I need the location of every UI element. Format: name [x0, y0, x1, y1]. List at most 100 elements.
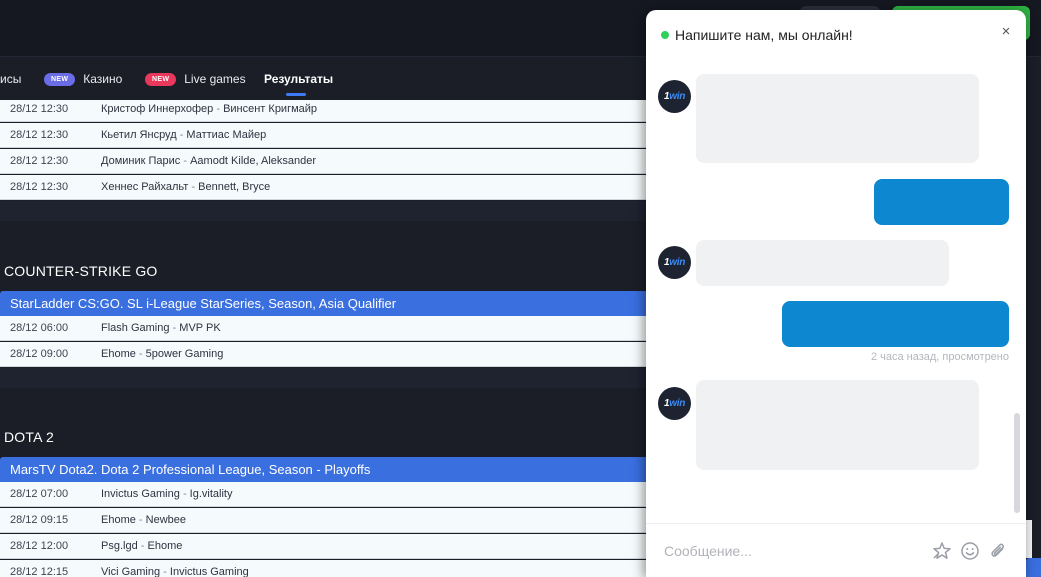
avatar-logo: 1win: [663, 398, 686, 409]
team-away: Newbee: [145, 514, 187, 526]
match-time: 28/12 12:00: [10, 540, 69, 552]
incoming-message: [696, 74, 979, 163]
team-separator: -: [163, 566, 167, 577]
emoji-icon[interactable]: [960, 541, 980, 561]
team-away: 5power Gaming: [145, 348, 224, 360]
agent-avatar: 1win: [658, 246, 691, 279]
match-time: 28/12 12:30: [10, 129, 69, 141]
team-home: Ehome: [101, 514, 136, 526]
match-teams: Кристоф Иннерхофер - Винсент Кригмайр: [101, 103, 317, 115]
team-away: Bennett, Bryce: [198, 181, 271, 193]
nav-item-live-games[interactable]: NEW Live games: [145, 69, 246, 89]
table-row[interactable]: 28/12 06:00 Flash Gaming - MVP PK: [0, 316, 646, 341]
agent-avatar: 1win: [658, 387, 691, 420]
match-time: 28/12 06:00: [10, 322, 69, 334]
match-teams: Flash Gaming - MVP PK: [101, 322, 221, 334]
avatar-logo: 1win: [663, 91, 686, 102]
table-row[interactable]: 28/12 09:00 Ehome - 5power Gaming: [0, 342, 646, 367]
table-row[interactable]: 28/12 12:30 Кьетил Янсруд - Маттиас Майе…: [0, 123, 646, 148]
chat-header: Напишите нам, мы онлайн! ×: [646, 10, 1026, 60]
match-teams: Vici Gaming - Invictus Gaming: [101, 566, 249, 577]
table-row[interactable]: 28/12 12:00 Psg.lgd - Ehome: [0, 534, 646, 559]
table-row[interactable]: 28/12 07:00 Invictus Gaming - Ig.vitalit…: [0, 482, 646, 507]
team-separator: -: [140, 540, 145, 552]
team-separator: -: [138, 348, 143, 360]
team-home: Psg.lgd: [101, 540, 138, 552]
team-separator: -: [172, 322, 177, 334]
nav-item-label: Казино: [83, 72, 123, 86]
table-row[interactable]: 28/12 12:30 Хеннес Райхальт - Bennett, B…: [0, 175, 646, 200]
nav-item-partial[interactable]: исы: [0, 69, 21, 89]
team-home: Flash Gaming: [101, 322, 170, 334]
message-composer: [646, 523, 1026, 577]
section-title-dota2: DOTA 2: [4, 429, 54, 445]
match-teams: Хеннес Райхальт - Bennett, Bryce: [101, 181, 270, 193]
nav-item-label: Результаты: [264, 72, 334, 86]
table-row[interactable]: 28/12 12:15 Vici Gaming - Invictus Gamin…: [0, 560, 646, 577]
page-edge-league: [1026, 558, 1041, 577]
team-home: Доминик Парис: [101, 155, 181, 167]
team-separator: -: [191, 181, 196, 193]
agent-avatar: 1win: [658, 80, 691, 113]
nav-item-label: Live games: [184, 72, 246, 86]
nav-item-casino[interactable]: NEW Казино: [44, 69, 122, 89]
team-separator: -: [179, 129, 184, 141]
team-separator: -: [216, 103, 220, 115]
section-divider: [0, 368, 646, 388]
team-separator: -: [138, 514, 143, 526]
match-teams: Доминик Парис - Aamodt Kilde, Aleksander: [101, 155, 316, 167]
section-divider: [0, 201, 646, 221]
league-header[interactable]: StarLadder CS:GO. SL i-League StarSeries…: [0, 291, 646, 316]
match-time: 28/12 09:00: [10, 348, 69, 360]
team-away: Маттиас Майер: [186, 129, 267, 141]
chat-scrollbar[interactable]: [1014, 413, 1020, 513]
incoming-message: [696, 240, 949, 286]
read-receipt: 2 часа назад, просмотрено: [870, 351, 1009, 363]
league-header[interactable]: MarsTV Dota2. Dota 2 Professional League…: [0, 457, 646, 482]
chat-title: Напишите нам, мы онлайн!: [675, 27, 853, 43]
team-home: Кьетил Янсруд: [101, 129, 177, 141]
match-time: 28/12 12:30: [10, 103, 69, 115]
match-teams: Ehome - 5power Gaming: [101, 348, 223, 360]
table-row[interactable]: 28/12 12:30 Доминик Парис - Aamodt Kilde…: [0, 149, 646, 174]
team-home: Vici Gaming: [101, 566, 161, 577]
team-home: Ehome: [101, 348, 136, 360]
team-separator: -: [182, 488, 187, 500]
match-teams: Ehome - Newbee: [101, 514, 186, 526]
rating-icon[interactable]: [932, 541, 952, 561]
team-away: Винсент Кригмайр: [223, 103, 318, 115]
nav-item-label: исы: [0, 72, 22, 86]
incoming-message: [696, 380, 979, 470]
section-title-csgo: COUNTER-STRIKE GO: [4, 263, 158, 279]
match-time: 28/12 12:30: [10, 181, 69, 193]
active-tab-indicator: [286, 93, 306, 96]
new-badge: NEW: [44, 72, 76, 86]
close-icon[interactable]: ×: [998, 24, 1014, 40]
match-teams: Invictus Gaming - Ig.vitality: [101, 488, 232, 500]
team-away: Invictus Gaming: [169, 566, 249, 577]
new-badge: NEW: [145, 72, 177, 86]
avatar-logo: 1win: [663, 257, 686, 268]
results-list: 28/12 12:30 Кристоф Иннерхофер - Винсент…: [0, 100, 646, 577]
match-time: 28/12 12:15: [10, 566, 69, 577]
match-teams: Кьетил Янсруд - Маттиас Майер: [101, 129, 266, 141]
nav-item-results[interactable]: Результаты: [264, 69, 333, 89]
match-time: 28/12 09:15: [10, 514, 69, 526]
outgoing-message: [782, 301, 1009, 347]
match-time: 28/12 12:30: [10, 155, 69, 167]
team-away: MVP PK: [179, 322, 221, 334]
support-chat-widget: Напишите нам, мы онлайн! × 1win 1win 2 ч…: [646, 10, 1026, 577]
match-teams: Psg.lgd - Ehome: [101, 540, 182, 552]
team-away: Ig.vitality: [189, 488, 233, 500]
team-away: Aamodt Kilde, Aleksander: [190, 155, 317, 167]
outgoing-message: [874, 179, 1009, 225]
online-status-icon: [661, 31, 669, 39]
team-home: Кристоф Иннерхофер: [101, 103, 214, 115]
attach-icon[interactable]: [988, 541, 1008, 561]
table-row[interactable]: 28/12 12:30 Кристоф Иннерхофер - Винсент…: [0, 100, 646, 122]
table-row[interactable]: 28/12 09:15 Ehome - Newbee: [0, 508, 646, 533]
team-away: Ehome: [147, 540, 183, 552]
message-input[interactable]: [664, 538, 924, 564]
team-home: Хеннес Райхальт: [101, 181, 189, 193]
match-time: 28/12 07:00: [10, 488, 69, 500]
